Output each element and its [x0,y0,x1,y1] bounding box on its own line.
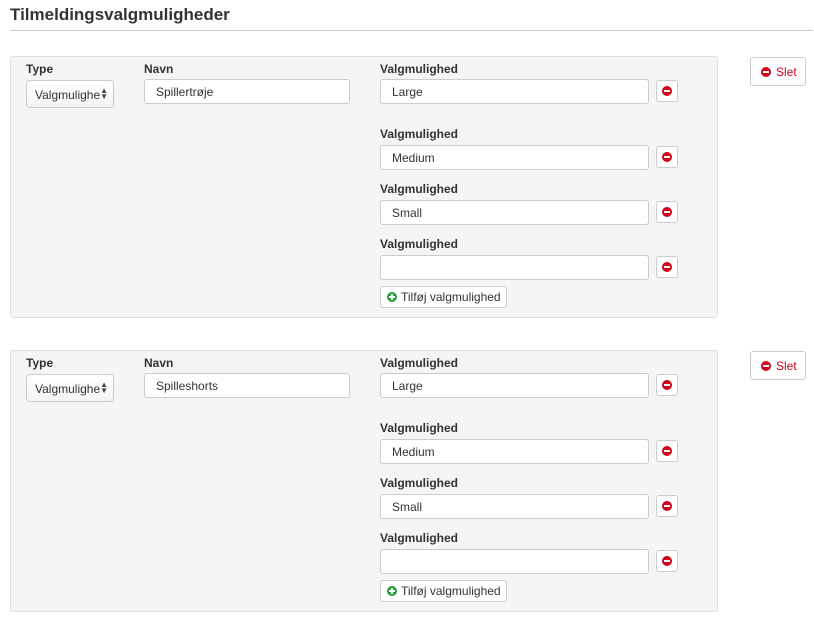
type-select-value: Valgmulighe [35,88,101,102]
choice-label: Valgmulighed [380,476,459,490]
remove-choice-button[interactable] [656,495,678,517]
minus-circle-icon [662,446,672,456]
type-label: Type [26,62,54,76]
remove-choice-button[interactable] [656,146,678,168]
add-choice-button[interactable]: Tilføj valgmulighed [380,286,507,308]
choice-label: Valgmulighed [380,531,459,545]
choice-label: Valgmulighed [380,421,459,435]
choice-label: Valgmulighed [380,237,459,251]
option-group: Type Valgmulighe ▲ ▼ Navn Spilleshorts Va… [10,350,718,612]
name-input[interactable]: Spilleshorts [144,373,350,398]
choice-input[interactable]: Small [380,494,649,519]
remove-choice-button[interactable] [656,550,678,572]
choice-label: Valgmulighed [380,62,459,76]
type-label: Type [26,356,54,370]
name-label: Navn [144,356,174,370]
minus-circle-icon [662,207,672,217]
plus-circle-icon [387,292,397,302]
add-choice-label: Tilføj valgmulighed [401,584,501,598]
name-label: Navn [144,62,174,76]
remove-choice-button[interactable] [656,440,678,462]
choice-input[interactable]: Large [380,373,649,398]
delete-label: Slet [776,65,797,79]
remove-choice-button[interactable] [656,256,678,278]
choice-label: Valgmulighed [380,127,459,141]
minus-circle-icon [662,501,672,511]
choice-input[interactable]: Small [380,200,649,225]
type-select[interactable]: Valgmulighe ▲ ▼ [26,80,114,108]
choice-label: Valgmulighed [380,182,459,196]
choice-input[interactable] [380,549,649,574]
delete-group-button[interactable]: Slet [750,57,806,86]
type-select[interactable]: Valgmulighe ▲ ▼ [26,374,114,402]
minus-circle-icon [662,380,672,390]
choice-input[interactable]: Large [380,79,649,104]
minus-circle-icon [662,152,672,162]
select-arrows-icon: ▲ ▼ [100,86,108,101]
name-input[interactable]: Spillertrøje [144,79,350,104]
minus-circle-icon [761,67,771,77]
plus-circle-icon [387,586,397,596]
delete-label: Slet [776,359,797,373]
minus-circle-icon [662,86,672,96]
page-title: Tilmeldingsvalgmuligheder [10,5,230,24]
remove-choice-button[interactable] [656,201,678,223]
choice-input[interactable]: Medium [380,439,649,464]
select-arrows-icon: ▲ ▼ [100,380,108,395]
minus-circle-icon [662,556,672,566]
delete-group-button[interactable]: Slet [750,351,806,380]
add-choice-label: Tilføj valgmulighed [401,290,501,304]
remove-choice-button[interactable] [656,374,678,396]
title-divider [10,30,813,31]
minus-circle-icon [761,361,771,371]
type-select-value: Valgmulighe [35,382,101,396]
remove-choice-button[interactable] [656,80,678,102]
choice-input[interactable]: Medium [380,145,649,170]
choice-label: Valgmulighed [380,356,459,370]
option-group: Type Valgmulighe ▲ ▼ Navn Spillertrøje Va… [10,56,718,318]
minus-circle-icon [662,262,672,272]
choice-input[interactable] [380,255,649,280]
add-choice-button[interactable]: Tilføj valgmulighed [380,580,507,602]
